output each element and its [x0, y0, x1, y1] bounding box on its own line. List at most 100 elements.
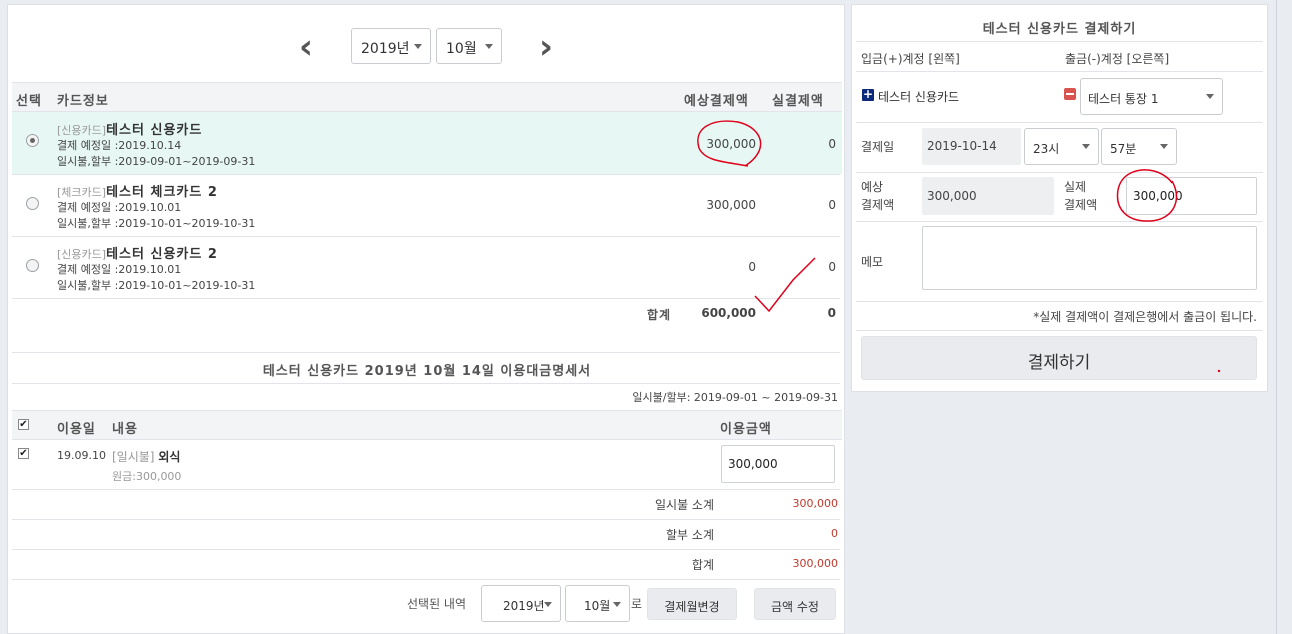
chevron-down-icon	[485, 44, 493, 49]
item-tag: [일시불]	[112, 450, 155, 464]
item-amount-input[interactable]	[721, 445, 835, 483]
out-account-label: 출금(-)계정 [오른쪽]	[1065, 52, 1170, 66]
card-expected-amount: 0	[748, 260, 756, 274]
change-month-button[interactable]: 결제월변경	[647, 588, 737, 620]
header-date: 이용일	[57, 422, 96, 437]
footer-year-select[interactable]: 2019년	[481, 585, 561, 622]
item-checkbox[interactable]: ✔	[18, 448, 29, 459]
chevron-down-icon	[1206, 94, 1214, 99]
card-actual-amount: 0	[828, 137, 836, 151]
footer-month-select[interactable]: 10월	[565, 585, 630, 622]
edit-amount-button[interactable]: 금액 수정	[754, 588, 836, 620]
card-expected-amount: 300,000	[706, 137, 756, 151]
payment-date-field[interactable]: 2019-10-14	[922, 128, 1021, 165]
card-due-date: 결제 예정일 :2019.10.01	[57, 263, 182, 276]
expected-label-line2: 결제액	[861, 198, 895, 212]
subtotal-lump-label: 일시불 소계	[654, 498, 714, 512]
card-type: [체크카드]	[57, 186, 107, 199]
card-type: [신용카드]	[57, 124, 107, 137]
chevron-down-icon	[544, 602, 552, 607]
item-date: 19.09.10	[57, 449, 106, 462]
chevron-down-icon	[414, 44, 422, 49]
statement-item[interactable]: ✔ 19.09.10 [일시불] 외식 원금:300,000	[12, 440, 842, 489]
statement-total-value: 300,000	[792, 557, 839, 570]
card-name: 테스터 체크카드 2	[106, 185, 218, 200]
actual-amount-label: 실제 결제액	[1064, 178, 1097, 214]
card-total-actual: 0	[827, 306, 836, 320]
month-select-value: 10월	[446, 41, 477, 57]
card-due-date: 결제 예정일 :2019.10.01	[57, 201, 182, 214]
statement-title: 테스터 신용카드 2019년 10월 14일 이용대금명세서	[262, 364, 592, 379]
in-account-name: 테스터 신용카드	[878, 90, 960, 104]
window-edge-divider	[1276, 0, 1277, 634]
actual-amount-input[interactable]	[1126, 177, 1257, 215]
item-name: 외식	[158, 450, 181, 464]
card-row[interactable]: [신용카드]테스터 신용카드 2 결제 예정일 :2019.10.01 일시불,…	[12, 237, 842, 299]
card-payment-panel: ‹ 2019년 10월 › 선택 카드정보 예상결제액 실결제액 [신용카드]테…	[7, 4, 845, 634]
chevron-down-icon	[1160, 144, 1168, 149]
header-select: 선택	[16, 94, 42, 109]
statement-total-label: 합계	[691, 558, 714, 572]
prev-month-icon[interactable]: ‹	[291, 30, 321, 65]
selected-items-label: 선택된 내역	[407, 597, 467, 611]
header-card-info: 카드정보	[57, 94, 109, 109]
footer-year-value: 2019년	[503, 599, 545, 613]
select-all-checkbox[interactable]: ✔	[18, 419, 29, 430]
card-type: [신용카드]	[57, 248, 107, 261]
header-actual-amount: 실결제액	[772, 94, 824, 109]
expected-label-line1: 예상	[861, 180, 884, 194]
pay-button[interactable]: 결제하기	[861, 336, 1257, 380]
card-period: 일시불,할부 :2019-09-01~2019-09-31	[57, 155, 256, 168]
card-actual-amount: 0	[828, 260, 836, 274]
memo-textarea[interactable]	[922, 226, 1257, 290]
card-name: 테스터 신용카드 2	[106, 247, 218, 262]
item-original-amount: 원금:300,000	[112, 470, 182, 483]
memo-label: 메모	[861, 255, 884, 269]
card-expected-amount: 300,000	[706, 198, 756, 212]
card-radio[interactable]	[26, 134, 39, 147]
subtotal-installment-value: 0	[831, 527, 838, 540]
expected-amount-field: 300,000	[922, 177, 1054, 215]
statement-header: ✔ 이용일 내용 이용금액	[12, 410, 842, 440]
card-radio[interactable]	[26, 197, 39, 210]
expected-amount-label: 예상 결제액	[861, 178, 894, 214]
card-period: 일시불,할부 :2019-10-01~2019-10-31	[57, 217, 256, 230]
payment-date-label: 결제일	[861, 140, 895, 154]
minute-select[interactable]: 57분	[1101, 128, 1177, 165]
card-actual-amount: 0	[828, 198, 836, 212]
card-row[interactable]: [신용카드]테스터 신용카드 결제 예정일 :2019.10.14 일시불,할부…	[12, 112, 842, 174]
card-due-date: 결제 예정일 :2019.10.14	[57, 139, 182, 152]
month-navigation: ‹ 2019년 10월 ›	[8, 5, 846, 83]
payment-form-panel: 테스터 신용카드 결제하기 입금(+)계정 [왼쪽] 출금(-)계정 [오른쪽]…	[851, 4, 1268, 392]
out-account-select[interactable]: 테스터 통장 1	[1080, 78, 1223, 115]
footer-to-label: 로	[631, 597, 643, 611]
chevron-down-icon	[613, 602, 621, 607]
minute-value: 57분	[1110, 142, 1137, 156]
hour-value: 23시	[1033, 142, 1060, 156]
payment-note: *실제 결제액이 결제은행에서 출금이 됩니다.	[1033, 310, 1257, 324]
chevron-down-icon	[1082, 144, 1090, 149]
month-select[interactable]: 10월	[436, 28, 502, 64]
next-month-icon[interactable]: ›	[531, 30, 561, 65]
actual-label-line1: 실제	[1064, 180, 1087, 194]
card-name: 테스터 신용카드	[106, 123, 203, 138]
card-period: 일시불,할부 :2019-10-01~2019-10-31	[57, 279, 256, 292]
header-expected-amount: 예상결제액	[684, 94, 749, 109]
actual-label-line2: 결제액	[1064, 198, 1098, 212]
card-total-expected: 600,000	[701, 306, 756, 320]
card-total-label: 합계	[647, 308, 672, 322]
plus-icon: +	[862, 87, 874, 101]
year-select[interactable]: 2019년	[351, 28, 431, 64]
subtotal-installment-label: 할부 소계	[666, 528, 714, 542]
hour-select[interactable]: 23시	[1024, 128, 1099, 165]
year-select-value: 2019년	[361, 41, 410, 57]
card-radio[interactable]	[26, 259, 39, 272]
card-row[interactable]: [체크카드]테스터 체크카드 2 결제 예정일 :2019.10.01 일시불,…	[12, 175, 842, 237]
minus-icon	[1064, 88, 1076, 100]
in-account-label: 입금(+)계정 [왼쪽]	[861, 52, 960, 66]
statement-period: 일시불/할부: 2019-09-01 ~ 2019-09-31	[632, 391, 838, 404]
out-account-value: 테스터 통장 1	[1088, 92, 1159, 106]
header-amount: 이용금액	[720, 422, 772, 437]
subtotal-lump-value: 300,000	[792, 497, 839, 510]
header-content: 내용	[112, 422, 138, 437]
